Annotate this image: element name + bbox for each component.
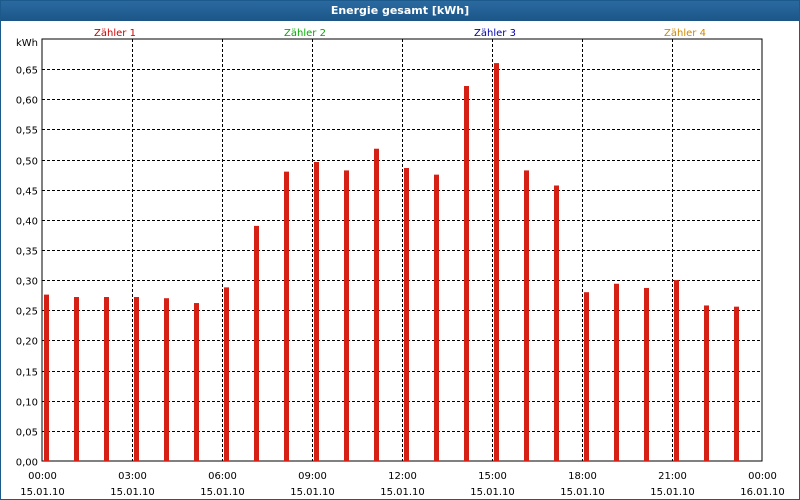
bar [584, 292, 589, 461]
bar [44, 294, 49, 461]
x-tick-date: 15.01.10 [380, 487, 425, 498]
x-tick-time: 06:00 [208, 471, 237, 482]
x-tick-time: 18:00 [568, 471, 597, 482]
bar [614, 283, 619, 461]
bar [644, 287, 649, 461]
bar [524, 170, 529, 461]
bar [104, 297, 109, 461]
y-tick-label: 0,55 [16, 126, 38, 137]
x-tick-date: 15.01.10 [470, 487, 515, 498]
x-tick-time: 15:00 [478, 471, 507, 482]
bar [704, 305, 709, 461]
bar [134, 297, 139, 461]
x-tick-time: 00:00 [748, 471, 777, 482]
bar [254, 225, 259, 461]
y-tick-label: 0,65 [16, 66, 38, 77]
bar [464, 86, 469, 461]
bar [674, 280, 679, 461]
x-tick-time: 00:00 [28, 471, 57, 482]
x-tick-date: 15.01.10 [200, 487, 245, 498]
x-tick-time: 21:00 [658, 471, 687, 482]
y-tick-label: 0,50 [16, 157, 38, 168]
bar [284, 171, 289, 461]
legend-item: Zähler 4 [664, 28, 706, 39]
x-tick-date: 15.01.10 [20, 487, 65, 498]
bar [224, 287, 229, 461]
x-tick-date: 15.01.10 [560, 487, 605, 498]
legend-item: Zähler 3 [474, 28, 516, 39]
legend-item: Zähler 1 [94, 28, 136, 39]
x-tick-date: 15.01.10 [650, 487, 695, 498]
y-tick-label: 0,30 [16, 277, 38, 288]
y-tick-label: 0,60 [16, 96, 38, 107]
bar [494, 63, 499, 461]
bar [344, 170, 349, 461]
bar [374, 148, 379, 461]
bar [554, 185, 559, 461]
x-tick-time: 12:00 [388, 471, 417, 482]
y-tick-label: 0,20 [16, 337, 38, 348]
y-tick-label: 0,40 [16, 217, 38, 228]
bar [314, 161, 319, 462]
y-axis-label: kWh [16, 38, 38, 49]
x-tick-date: 15.01.10 [110, 487, 155, 498]
y-tick-label: 0,25 [16, 307, 38, 318]
bar [74, 297, 79, 461]
x-tick-time: 09:00 [298, 471, 327, 482]
bar-chart: Zähler 1 Zähler 2 Zähler 3 Zähler 4 0,00 0,0… [16, 28, 785, 498]
y-tick-label: 0,00 [16, 458, 38, 469]
y-tick-label: 0,10 [16, 398, 38, 409]
bar [194, 303, 199, 461]
y-tick-label: 0,05 [16, 428, 38, 439]
y-tick-label: 0,45 [16, 187, 38, 198]
x-tick-date: 16.01.10 [740, 487, 785, 498]
legend-item: Zähler 2 [284, 28, 326, 39]
y-tick-label: 0,35 [16, 247, 38, 258]
bar [164, 298, 169, 461]
bar [734, 306, 739, 461]
x-tick-time: 03:00 [118, 471, 147, 482]
chart-window: Energie gesamt [kWh] Zähler 1 Zähler 2 Zäh… [0, 0, 800, 500]
bar [434, 174, 439, 461]
bar [404, 168, 409, 462]
chart-title: Energie gesamt [kWh] [1, 1, 799, 21]
x-tick-date: 15.01.10 [290, 487, 335, 498]
y-tick-label: 0,15 [16, 368, 38, 379]
